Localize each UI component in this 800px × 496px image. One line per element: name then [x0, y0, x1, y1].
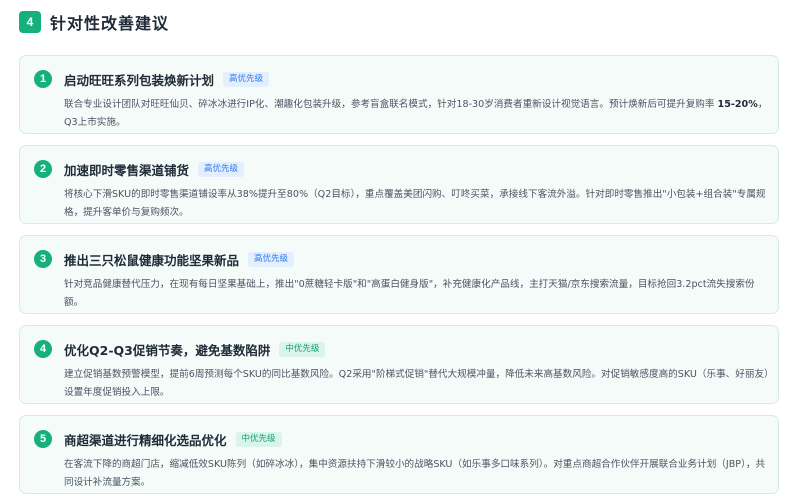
- section-header: 4 针对性改善建议: [19, 11, 169, 33]
- priority-tag: 中优先级: [235, 431, 282, 447]
- section-title: 针对性改善建议: [50, 14, 170, 33]
- card-header: 启动旺旺系列包装焕新计划 高优先级: [64, 69, 270, 89]
- card-title: 启动旺旺系列包装焕新计划: [64, 72, 215, 88]
- card-title: 加速即时零售渠道铺货: [64, 162, 190, 178]
- suggestion-card: 1 启动旺旺系列包装焕新计划 高优先级 联合专业设计团队对旺旺仙贝、碎冰冰进行I…: [19, 55, 779, 134]
- card-title: 商超渠道进行精细化选品优化: [64, 432, 227, 448]
- card-header: 商超渠道进行精细化选品优化 中优先级: [64, 429, 282, 449]
- card-description: 将核心下滑SKU的即时零售渠道铺设率从38%提升至80%（Q2目标），重点覆盖美…: [64, 189, 766, 218]
- card-number-badge: 4: [34, 340, 52, 358]
- card-description: 建立促销基数预警模型，提前6周预测每个SKU的同比基数风险。Q2采用"阶梯式促销…: [64, 369, 769, 398]
- priority-tag: 中优先级: [279, 341, 326, 357]
- card-title: 优化Q2-Q3促销节奏，避免基数陷阱: [64, 342, 271, 358]
- suggestion-card: 4 优化Q2-Q3促销节奏，避免基数陷阱 中优先级 建立促销基数预警模型，提前6…: [19, 325, 779, 404]
- card-title: 推出三只松鼠健康功能坚果新品: [64, 252, 240, 268]
- card-number-badge: 1: [34, 70, 52, 88]
- card-number-badge: 2: [34, 160, 52, 178]
- priority-tag: 高优先级: [223, 71, 270, 87]
- card-header: 加速即时零售渠道铺货 高优先级: [64, 159, 245, 179]
- section-number-badge: 4: [19, 11, 41, 33]
- card-description: 针对竞品健康替代压力，在现有每日坚果基础上，推出"0蔗糖轻卡版"和"高蛋白健身版…: [64, 279, 755, 308]
- card-description: 在客流下降的商超门店，缩减低效SKU陈列（如碎冰冰），集中资源扶持下滑较小的战略…: [64, 459, 766, 488]
- card-number-badge: 3: [34, 250, 52, 268]
- card-description-text: 联合专业设计团队对旺旺仙贝、碎冰冰进行IP化、潮趣化包装升级，参考盲盒联名模式，…: [64, 99, 718, 110]
- card-header: 优化Q2-Q3促销节奏，避免基数陷阱 中优先级: [64, 339, 326, 359]
- suggestion-card: 3 推出三只松鼠健康功能坚果新品 高优先级 针对竞品健康替代压力，在现有每日坚果…: [19, 235, 779, 314]
- priority-tag: 高优先级: [198, 161, 245, 177]
- suggestion-card: 5 商超渠道进行精细化选品优化 中优先级 在客流下降的商超门店，缩减低效SKU陈…: [19, 415, 779, 494]
- card-description-highlight: 15-20%: [717, 99, 758, 110]
- card-number-badge: 5: [34, 430, 52, 448]
- card-header: 推出三只松鼠健康功能坚果新品 高优先级: [64, 249, 295, 269]
- suggestion-card: 2 加速即时零售渠道铺货 高优先级 将核心下滑SKU的即时零售渠道铺设率从38%…: [19, 145, 779, 224]
- card-description: 联合专业设计团队对旺旺仙贝、碎冰冰进行IP化、潮趣化包装升级，参考盲盒联名模式，…: [64, 96, 772, 132]
- priority-tag: 高优先级: [248, 251, 295, 267]
